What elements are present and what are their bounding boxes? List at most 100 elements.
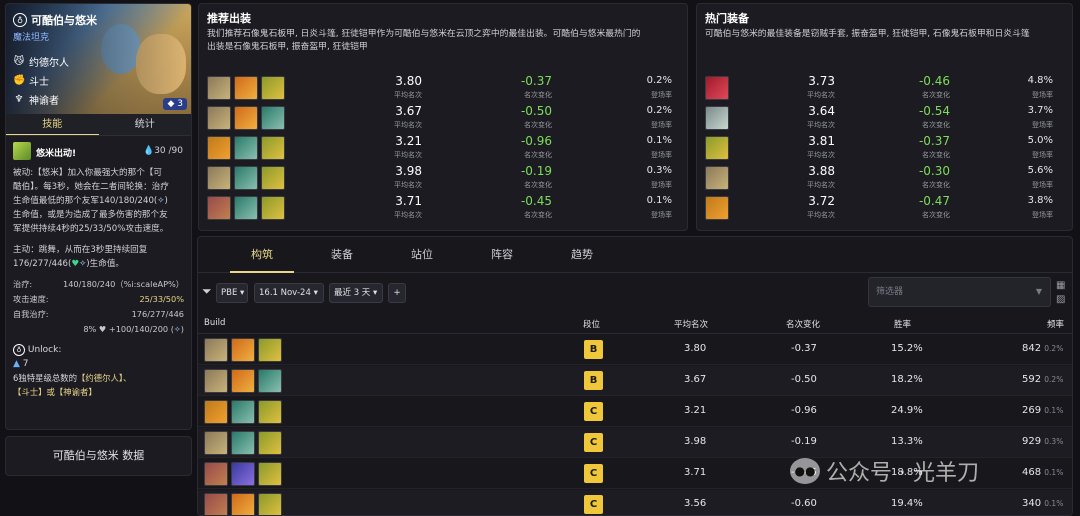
- item-icon[interactable]: [234, 106, 258, 130]
- item-icon[interactable]: [207, 136, 231, 160]
- tab-builds[interactable]: 构筑: [230, 237, 294, 273]
- heart-icon: ♥: [71, 259, 80, 269]
- trait-yordle-label: 约德尔人: [29, 58, 69, 69]
- unlock-line: 6独特星级总数的【约德尔人】、: [13, 371, 184, 385]
- recommended-row[interactable]: 3.98 平均名次 -0.19 名次变化 0.3% 登场率: [207, 164, 677, 194]
- item-icon[interactable]: [204, 431, 228, 455]
- avg-placement: 3.80: [684, 343, 707, 354]
- tier-badge: B: [584, 340, 603, 359]
- popular-row[interactable]: 3.64 平均名次 -0.54 名次变化 3.7% 登场率: [705, 104, 1065, 134]
- tab-items[interactable]: 装备: [310, 237, 374, 273]
- item-icon[interactable]: [258, 493, 282, 515]
- popular-row[interactable]: 3.72 平均名次 -0.47 名次变化 3.8% 登场率: [705, 194, 1065, 224]
- add-filter-button[interactable]: +: [388, 283, 406, 303]
- table-row[interactable]: B 3.80 -0.37 15.2% 842 0.2%: [198, 335, 1072, 365]
- avg-placement-label: 平均名次: [394, 121, 422, 129]
- item-icon[interactable]: [258, 431, 282, 455]
- item-icon[interactable]: [231, 431, 255, 455]
- table-row[interactable]: C 3.21 -0.96 24.9% 269 0.1%: [198, 397, 1072, 427]
- patch-select[interactable]: 16.1 Nov-24 ▾: [254, 283, 324, 303]
- recommended-desc-line-1: 我们推荐石像鬼石板甲, 日炎斗篷, 狂徒铠甲作为可酷伯与悠米在云顶之弈中的最佳出…: [207, 29, 641, 39]
- builds-tabs: 构筑 装备 站位 阵容 趋势: [198, 237, 1072, 273]
- filter-icon[interactable]: ⏷: [202, 284, 212, 299]
- item-icon[interactable]: [231, 493, 255, 515]
- trait-bruiser[interactable]: ✊ 斗士: [13, 73, 49, 88]
- col-freq[interactable]: 频率: [1047, 318, 1064, 330]
- item-icon[interactable]: [234, 166, 258, 190]
- placement-change: -0.37: [791, 343, 817, 354]
- avg-placement: 3.67: [395, 104, 422, 118]
- build-items: [204, 369, 282, 393]
- table-row[interactable]: B 3.67 -0.50 18.2% 592 0.2%: [198, 366, 1072, 396]
- tab-trends[interactable]: 趋势: [550, 237, 614, 273]
- popular-row[interactable]: 3.81 平均名次 -0.37 名次变化 5.0% 登场率: [705, 134, 1065, 164]
- popular-row[interactable]: 3.88 平均名次 -0.30 名次变化 5.6% 登场率: [705, 164, 1065, 194]
- item-icon[interactable]: [258, 338, 282, 362]
- trait-oracle[interactable]: ♆ 神谕者: [13, 92, 59, 107]
- item-icon[interactable]: [261, 196, 285, 220]
- item-icon[interactable]: [231, 462, 255, 486]
- table-view-icon[interactable]: ▦: [1056, 279, 1065, 293]
- placement-change: -0.30: [918, 164, 950, 178]
- item-icon[interactable]: [261, 76, 285, 100]
- win-rate: 18.2%: [891, 374, 923, 385]
- filter-search-input[interactable]: 筛选器 ▼: [868, 277, 1051, 307]
- item-icon[interactable]: [705, 196, 729, 220]
- item-icon[interactable]: [258, 369, 282, 393]
- tab-comps[interactable]: 阵容: [470, 237, 534, 273]
- item-icon[interactable]: [231, 369, 255, 393]
- ability-description: 被动:【悠米】加入你最强大的那个【可 酷伯】。每3秒，她会在二者间轮换：治疗 生…: [6, 166, 191, 271]
- table-row[interactable]: C 3.98 -0.19 13.3% 929 0.3%: [198, 428, 1072, 458]
- item-icon[interactable]: [258, 400, 282, 424]
- item-icon[interactable]: [234, 136, 258, 160]
- tab-skill[interactable]: 技能: [6, 114, 99, 135]
- item-icon[interactable]: [261, 106, 285, 130]
- item-icon[interactable]: [261, 166, 285, 190]
- item-icon[interactable]: [231, 338, 255, 362]
- item-icon[interactable]: [204, 400, 228, 424]
- recommended-row[interactable]: 3.71 平均名次 -0.45 名次变化 0.1% 登场率: [207, 194, 677, 224]
- item-icon[interactable]: [204, 462, 228, 486]
- stat-self-heal: 自我治疗: 176/277/446: [6, 307, 191, 322]
- popular-row[interactable]: 3.73 平均名次 -0.46 名次变化 4.8% 登场率: [705, 74, 1065, 104]
- region-select[interactable]: PBE ▾: [216, 283, 248, 303]
- view-toggle: ▦ ▨: [1056, 279, 1065, 307]
- item-icon[interactable]: [207, 166, 231, 190]
- item-icon[interactable]: [231, 400, 255, 424]
- champion-tabs: 技能 统计: [6, 114, 191, 136]
- item-icon[interactable]: [204, 338, 228, 362]
- col-winrate[interactable]: 胜率: [894, 318, 911, 330]
- col-avg[interactable]: 平均名次: [674, 318, 708, 330]
- item-icon[interactable]: [705, 166, 729, 190]
- item-icon[interactable]: [258, 462, 282, 486]
- item-icon[interactable]: [234, 196, 258, 220]
- recommended-row[interactable]: 3.21 平均名次 -0.96 名次变化 0.1% 登场率: [207, 134, 677, 164]
- chart-view-icon[interactable]: ▨: [1056, 293, 1065, 307]
- item-icon[interactable]: [207, 196, 231, 220]
- item-icon[interactable]: [204, 369, 228, 393]
- range-select[interactable]: 最近 3 天 ▾: [329, 283, 383, 303]
- item-icon[interactable]: [204, 493, 228, 515]
- champion-data-card[interactable]: 可酷伯与悠米 数据: [5, 436, 192, 476]
- trait-yordle[interactable]: 😼 约德尔人: [13, 54, 69, 69]
- col-tier[interactable]: 段位: [583, 318, 600, 330]
- item-icon[interactable]: [207, 76, 231, 100]
- col-change[interactable]: 名次变化: [786, 318, 820, 330]
- item-icon[interactable]: [705, 106, 729, 130]
- tab-positioning[interactable]: 站位: [390, 237, 454, 273]
- item-icon[interactable]: [207, 106, 231, 130]
- shield-icon: ✧: [157, 196, 165, 206]
- avg-placement: 3.21: [395, 134, 422, 148]
- item-icon[interactable]: [261, 136, 285, 160]
- recommended-title: 推荐出装: [207, 12, 251, 25]
- item-icon[interactable]: [705, 76, 729, 100]
- col-build[interactable]: Build: [204, 318, 225, 328]
- recommended-row[interactable]: 3.67 平均名次 -0.50 名次变化 0.2% 登场率: [207, 104, 677, 134]
- item-icon[interactable]: [705, 136, 729, 160]
- table-row[interactable]: C 3.56 -0.60 19.4% 340 0.1%: [198, 490, 1072, 515]
- placement-change-label: 名次变化: [922, 181, 950, 189]
- tab-stats[interactable]: 统计: [99, 114, 192, 135]
- item-icon[interactable]: [234, 76, 258, 100]
- recommended-row[interactable]: 3.80 平均名次 -0.37 名次变化 0.2% 登场率: [207, 74, 677, 104]
- popular-item: [705, 166, 729, 190]
